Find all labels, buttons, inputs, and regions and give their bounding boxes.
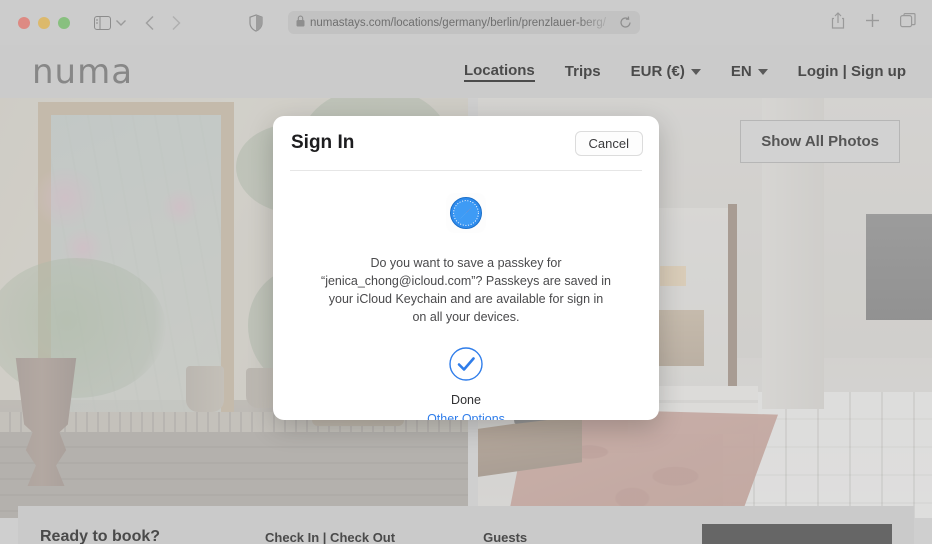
nav-label-currency: EUR (€)	[630, 63, 685, 80]
sidebar-icon[interactable]	[94, 15, 111, 30]
booking-title: Ready to book?	[40, 528, 161, 544]
url-text: numastays.com/locations/germany/berlin/p…	[310, 16, 606, 29]
site-navigation: Locations Trips EUR (€) EN Login | Sign …	[463, 61, 906, 82]
browser-toolbar: numastays.com/locations/germany/berlin/p…	[0, 0, 932, 45]
share-icon[interactable]	[831, 12, 845, 29]
plus-icon[interactable]	[865, 13, 880, 28]
dialog-title: Sign In	[291, 132, 355, 153]
chevron-down-icon[interactable]	[115, 18, 127, 27]
nav-item-language[interactable]: EN	[731, 63, 768, 80]
reload-icon[interactable]	[619, 16, 632, 29]
booking-submit-button[interactable]	[702, 524, 892, 544]
nav-label-language: EN	[730, 63, 752, 80]
numa-logo[interactable]: numa	[32, 52, 133, 92]
nav-label-locations: Locations	[463, 61, 535, 79]
toolbar-right-actions	[831, 12, 916, 29]
nav-item-locations[interactable]: Locations	[463, 61, 535, 82]
minimize-window-button[interactable]	[38, 16, 50, 29]
zoom-window-button[interactable]	[58, 16, 70, 29]
chevron-down-icon	[690, 68, 701, 75]
nav-item-currency[interactable]: EUR (€)	[631, 63, 701, 80]
checkin-checkout-field[interactable]: Check In | Check Out	[265, 530, 395, 544]
safari-compass-icon	[446, 193, 486, 238]
navigation-buttons	[145, 15, 181, 31]
nav-label-trips: Trips	[564, 63, 601, 80]
lock-icon	[296, 14, 305, 32]
booking-bar: Ready to book? Check In | Check Out Gues…	[18, 506, 914, 544]
chevron-down-icon	[757, 68, 768, 75]
nav-item-trips[interactable]: Trips	[565, 63, 601, 80]
checkmark-circle-icon	[449, 346, 483, 386]
dialog-header: Sign In Cancel	[273, 116, 659, 170]
tab-overview-icon[interactable]	[900, 13, 916, 28]
privacy-shield-icon[interactable]	[249, 13, 263, 32]
back-chevron-icon[interactable]	[145, 15, 155, 31]
browser-window: numastays.com/locations/germany/berlin/p…	[0, 0, 932, 544]
site-header: numa Locations Trips EUR (€) EN Login | …	[0, 45, 932, 98]
other-options-link[interactable]: Other Options	[273, 412, 659, 421]
window-controls	[18, 16, 70, 29]
close-window-button[interactable]	[18, 16, 30, 29]
passkey-sign-in-dialog: Sign In Cancel Do you want to save a pas…	[273, 116, 659, 420]
cancel-button[interactable]: Cancel	[574, 130, 643, 156]
dialog-body: Do you want to save a passkey for “jenic…	[273, 171, 659, 420]
done-label: Done	[451, 392, 481, 407]
address-bar[interactable]: numastays.com/locations/germany/berlin/p…	[288, 11, 640, 34]
guests-field[interactable]: Guests	[483, 530, 527, 544]
show-all-photos-button[interactable]: Show All Photos	[740, 120, 900, 163]
forward-chevron-icon[interactable]	[171, 15, 181, 31]
nav-item-login-signup[interactable]: Login | Sign up	[798, 63, 906, 80]
dialog-message: Do you want to save a passkey for “jenic…	[321, 256, 611, 325]
nav-label-login-signup: Login | Sign up	[797, 63, 906, 80]
